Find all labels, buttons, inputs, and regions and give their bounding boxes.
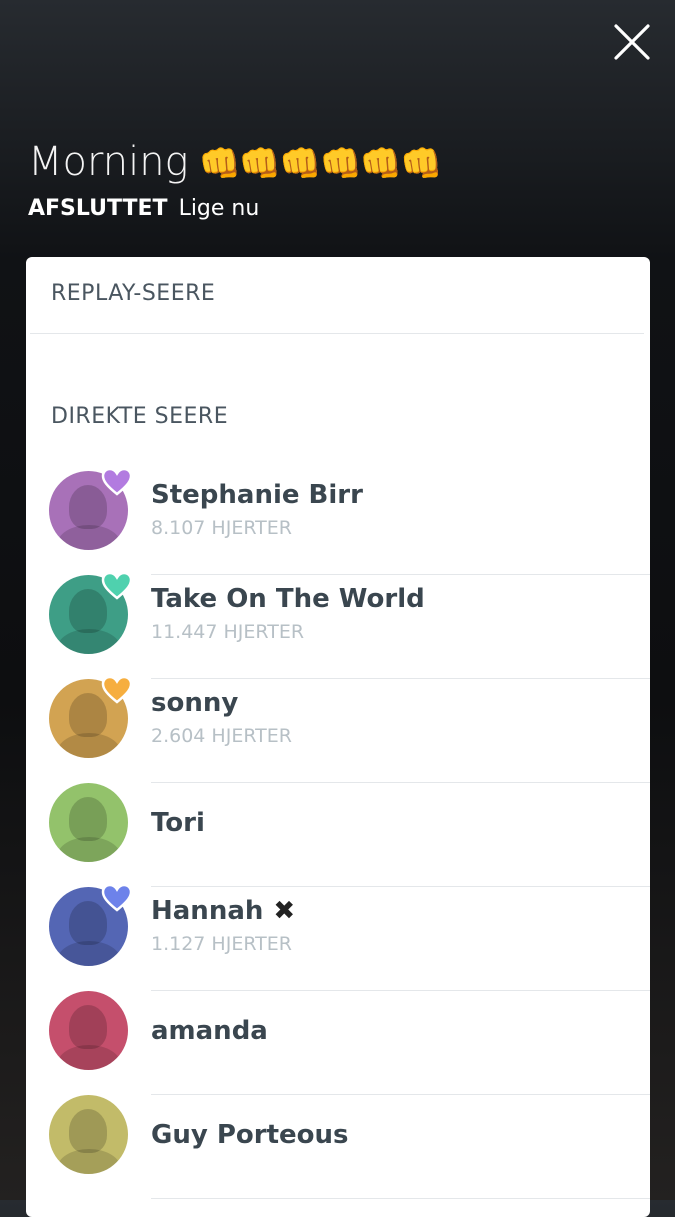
viewer-row[interactable]: amanda xyxy=(26,991,650,1095)
avatar-shoulders xyxy=(57,733,121,758)
name-badge-icon: ✖ xyxy=(273,896,296,926)
viewer-row[interactable]: Tori xyxy=(26,783,650,887)
broadcast-title-text: Morning xyxy=(28,139,189,185)
broadcast-title-emojis: 👊👊👊👊👊👊 xyxy=(198,144,443,184)
heart-icon xyxy=(101,883,133,913)
viewer-name-text: amanda xyxy=(151,1016,268,1046)
viewer-name: Tori xyxy=(151,807,205,839)
avatar-shoulders xyxy=(57,629,121,654)
row-divider xyxy=(151,1198,650,1199)
viewer-name: sonny xyxy=(151,687,238,719)
viewer-row[interactable]: Guy Porteous xyxy=(26,1095,650,1199)
status-time: Lige nu xyxy=(178,196,260,221)
section-divider xyxy=(30,333,644,334)
avatar[interactable] xyxy=(49,783,128,862)
avatar-silhouette xyxy=(69,1109,107,1153)
avatar-silhouette xyxy=(69,1005,107,1049)
avatar-shoulders xyxy=(57,525,121,550)
viewer-hearts-count: 8.107 HJERTER xyxy=(151,517,292,539)
viewer-name-text: sonny xyxy=(151,688,239,718)
viewer-list: Stephanie Birr 8.107 HJERTER Take On The W… xyxy=(26,467,650,1199)
close-icon xyxy=(614,24,650,60)
close-button[interactable] xyxy=(606,16,658,68)
viewer-row[interactable]: Hannah ✖ 1.127 HJERTER xyxy=(26,883,650,991)
heart-icon xyxy=(101,571,133,601)
viewer-name-text: Tori xyxy=(151,808,205,838)
viewer-name-text: Guy Porteous xyxy=(151,1120,349,1150)
broadcast-status: AFSLUTTET Lige nu xyxy=(28,194,259,224)
broadcast-title: Morning 👊👊👊👊👊👊 xyxy=(28,136,443,190)
viewer-row[interactable]: Take On The World 11.447 HJERTER xyxy=(26,571,650,679)
viewer-name-text: Hannah xyxy=(151,896,264,926)
viewer-name: Take On The World xyxy=(151,583,425,615)
avatar-shoulders xyxy=(57,1045,121,1070)
viewer-name: amanda xyxy=(151,1015,268,1047)
viewer-row[interactable]: Stephanie Birr 8.107 HJERTER xyxy=(26,467,650,575)
viewer-name: Stephanie Birr xyxy=(151,479,363,511)
avatar-shoulders xyxy=(57,941,121,966)
viewer-hearts-count: 11.447 HJERTER xyxy=(151,621,305,643)
viewer-row[interactable]: sonny 2.604 HJERTER xyxy=(26,675,650,783)
viewer-hearts-count: 2.604 HJERTER xyxy=(151,725,292,747)
viewer-name: Hannah ✖ xyxy=(151,895,295,927)
avatar-shoulders xyxy=(57,1149,121,1174)
viewer-name: Guy Porteous xyxy=(151,1119,349,1151)
avatar-shoulders xyxy=(57,837,121,862)
avatar-silhouette xyxy=(69,797,107,841)
avatar[interactable] xyxy=(49,1095,128,1174)
avatar[interactable] xyxy=(49,991,128,1070)
heart-icon xyxy=(101,467,133,497)
viewers-card: REPLAY-SEERE DIREKTE SEERE Stephanie Bir… xyxy=(26,257,650,1217)
status-label: AFSLUTTET xyxy=(28,196,168,221)
replay-viewers-heading: REPLAY-SEERE xyxy=(51,281,216,306)
viewer-hearts-count: 1.127 HJERTER xyxy=(151,933,292,955)
viewer-name-text: Take On The World xyxy=(151,584,425,614)
heart-icon xyxy=(101,675,133,705)
viewer-name-text: Stephanie Birr xyxy=(151,480,363,510)
live-viewers-heading: DIREKTE SEERE xyxy=(51,404,229,429)
